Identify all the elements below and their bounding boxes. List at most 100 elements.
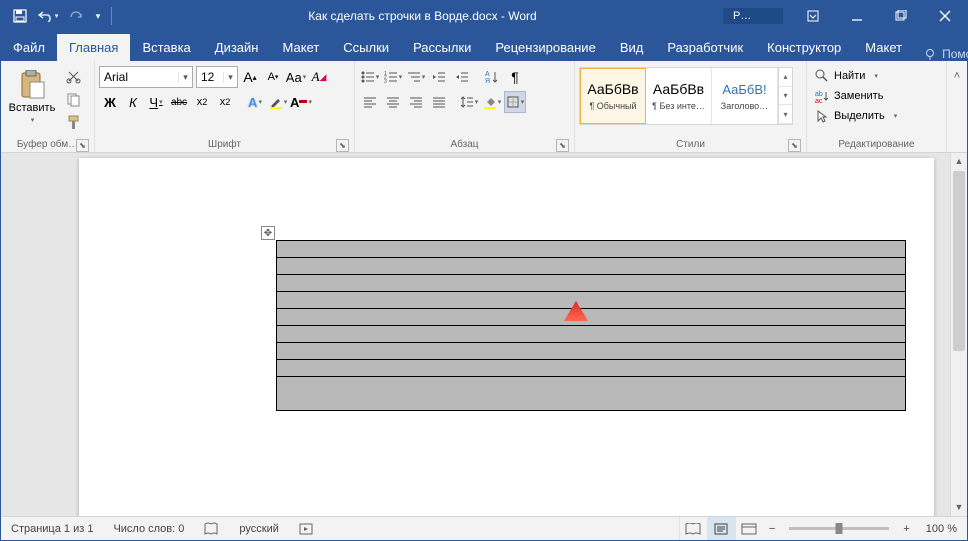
- tab-layout[interactable]: Макет: [270, 34, 331, 61]
- align-center-button[interactable]: [382, 91, 404, 113]
- strikethrough-button[interactable]: abc: [168, 91, 190, 113]
- qat-customize[interactable]: ▾: [91, 4, 105, 28]
- paste-button[interactable]: Вставить ▾: [5, 63, 59, 131]
- page[interactable]: ✥: [79, 158, 934, 516]
- find-button[interactable]: Найти▾: [811, 66, 882, 86]
- decrease-indent-button[interactable]: [428, 66, 450, 88]
- italic-button[interactable]: К: [122, 91, 144, 113]
- borders-button[interactable]: ▾: [504, 91, 526, 113]
- align-right-button[interactable]: [405, 91, 427, 113]
- shading-button[interactable]: ▾: [481, 91, 503, 113]
- text-effects-button[interactable]: A▾: [244, 91, 266, 113]
- style-no-spacing[interactable]: АаБбВв ¶ Без инте…: [646, 68, 712, 124]
- print-layout-button[interactable]: [707, 517, 735, 540]
- tab-review[interactable]: Рецензирование: [483, 34, 607, 61]
- tab-mailings[interactable]: Рассылки: [401, 34, 483, 61]
- table-cell[interactable]: [277, 326, 906, 343]
- format-painter-button[interactable]: [62, 111, 84, 133]
- line-spacing-button[interactable]: ▾: [458, 91, 480, 113]
- select-button[interactable]: Выделить▾: [811, 106, 901, 126]
- cut-button[interactable]: [62, 65, 84, 87]
- font-color-button[interactable]: A▾: [290, 91, 312, 113]
- font-size-combo[interactable]: ▾: [196, 66, 238, 88]
- styles-gallery[interactable]: АаБбВв ¶ Обычный АаБбВв ¶ Без инте… АаБб…: [579, 67, 793, 125]
- tell-me-search[interactable]: Помощн: [914, 47, 968, 61]
- bold-button[interactable]: Ж: [99, 91, 121, 113]
- maximize-button[interactable]: [879, 1, 923, 31]
- zoom-level[interactable]: 100 %: [916, 517, 967, 540]
- table-cell[interactable]: [277, 377, 906, 411]
- zoom-in-button[interactable]: +: [897, 517, 915, 540]
- table-cell[interactable]: [277, 343, 906, 360]
- vertical-scrollbar[interactable]: ▲ ▼: [950, 153, 967, 516]
- tab-developer[interactable]: Разработчик: [655, 34, 755, 61]
- group-editing: Найти▾ abac Заменить Выделить▾ Редактиро…: [807, 61, 947, 152]
- clipboard-launcher[interactable]: ⬊: [76, 139, 89, 152]
- shrink-font-button[interactable]: A▾: [262, 66, 284, 88]
- style-normal[interactable]: АаБбВв ¶ Обычный: [580, 68, 646, 124]
- save-button[interactable]: [7, 4, 33, 28]
- table-cell[interactable]: [277, 292, 906, 309]
- sort-button[interactable]: AЯ: [481, 66, 503, 88]
- multilevel-button[interactable]: ▾: [405, 66, 427, 88]
- table-move-handle[interactable]: ✥: [261, 226, 275, 240]
- tab-table-design[interactable]: Конструктор: [755, 34, 853, 61]
- table-cell[interactable]: [277, 309, 906, 326]
- close-button[interactable]: [923, 1, 967, 31]
- status-bar: Страница 1 из 1 Число слов: 0 русский − …: [1, 516, 967, 540]
- font-launcher[interactable]: ⬊: [336, 139, 349, 152]
- web-layout-button[interactable]: [735, 517, 763, 540]
- tab-table-layout[interactable]: Макет: [853, 34, 914, 61]
- minimize-button[interactable]: [835, 1, 879, 31]
- zoom-out-button[interactable]: −: [763, 517, 781, 540]
- clear-formatting-button[interactable]: A◢: [308, 66, 330, 88]
- tab-insert[interactable]: Вставка: [130, 34, 202, 61]
- highlight-button[interactable]: ▾: [267, 91, 289, 113]
- increase-indent-button[interactable]: [451, 66, 473, 88]
- subscript-button[interactable]: x2: [191, 91, 213, 113]
- svg-text:3: 3: [384, 79, 387, 83]
- read-mode-button[interactable]: [679, 517, 707, 540]
- tab-design[interactable]: Дизайн: [203, 34, 271, 61]
- collapse-ribbon-button[interactable]: ˄: [947, 65, 967, 87]
- ribbon-options-button[interactable]: [791, 1, 835, 31]
- replace-button[interactable]: abac Заменить: [811, 86, 887, 106]
- language-button[interactable]: русский: [229, 517, 288, 540]
- styles-launcher[interactable]: ⬊: [788, 139, 801, 152]
- show-marks-button[interactable]: ¶: [504, 66, 526, 88]
- scroll-down[interactable]: ▼: [951, 499, 967, 516]
- table-cell[interactable]: [277, 258, 906, 275]
- style-heading1[interactable]: АаБбВ! Заголово…: [712, 68, 778, 124]
- table-cell[interactable]: [277, 360, 906, 377]
- font-name-combo[interactable]: ▾: [99, 66, 193, 88]
- user-account[interactable]: P…: [723, 8, 783, 24]
- underline-button[interactable]: Ч▾: [145, 91, 167, 113]
- table-cell[interactable]: [277, 241, 906, 258]
- grow-font-button[interactable]: A▴: [239, 66, 261, 88]
- copy-button[interactable]: [62, 88, 84, 110]
- numbering-button[interactable]: 123▾: [382, 66, 404, 88]
- superscript-button[interactable]: x2: [214, 91, 236, 113]
- zoom-slider[interactable]: [789, 527, 889, 530]
- undo-button[interactable]: ▾: [35, 4, 61, 28]
- tab-file[interactable]: Файл: [1, 34, 57, 61]
- scroll-up[interactable]: ▲: [951, 153, 967, 170]
- redo-button[interactable]: [63, 4, 89, 28]
- tab-home[interactable]: Главная: [57, 34, 130, 61]
- change-case-button[interactable]: Aa▾: [285, 66, 307, 88]
- tab-view[interactable]: Вид: [608, 34, 656, 61]
- bullets-button[interactable]: ▾: [359, 66, 381, 88]
- page-count[interactable]: Страница 1 из 1: [1, 517, 103, 540]
- proofing-button[interactable]: [194, 517, 229, 540]
- word-count[interactable]: Число слов: 0: [103, 517, 194, 540]
- styles-scroll[interactable]: ▴▾▾: [778, 68, 792, 124]
- tab-references[interactable]: Ссылки: [331, 34, 401, 61]
- document-table[interactable]: [276, 240, 906, 411]
- scroll-thumb[interactable]: [953, 171, 965, 351]
- search-icon: [815, 69, 829, 83]
- justify-button[interactable]: [428, 91, 450, 113]
- paragraph-launcher[interactable]: ⬊: [556, 139, 569, 152]
- macro-button[interactable]: [289, 517, 323, 540]
- align-left-button[interactable]: [359, 91, 381, 113]
- table-cell[interactable]: [277, 275, 906, 292]
